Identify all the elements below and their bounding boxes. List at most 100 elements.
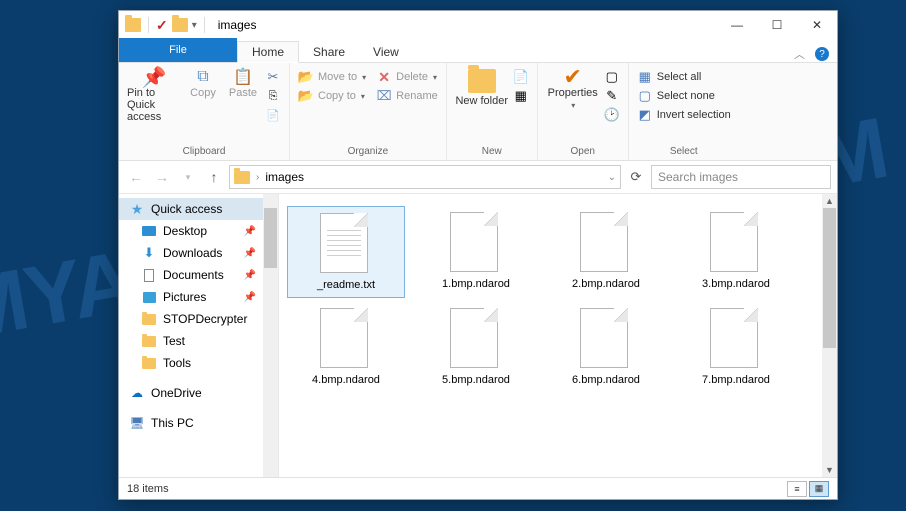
search-input[interactable]: Search images [651, 165, 831, 189]
copy-to-button[interactable]: 📂Copy to▾ [298, 88, 366, 104]
address-segment[interactable]: images [265, 170, 304, 184]
easy-access-icon[interactable]: ▦ [513, 88, 529, 104]
file-item[interactable]: 3.bmp.ndarod [677, 206, 795, 298]
label: Pin to Quick access [127, 87, 181, 123]
label: Select none [657, 90, 715, 102]
tab-file[interactable]: File [119, 38, 237, 62]
file-item[interactable]: 1.bmp.ndarod [417, 206, 535, 298]
properties-button[interactable]: ✔ Properties ▾ [546, 69, 600, 110]
file-icon [320, 213, 372, 275]
rename-icon: ⌧ [376, 88, 392, 104]
group-label: Open [571, 145, 595, 160]
cut-icon[interactable]: ✂ [265, 69, 281, 85]
file-item[interactable]: _readme.txt [287, 206, 405, 298]
file-item[interactable]: 4.bmp.ndarod [287, 302, 405, 392]
qat-dropdown-icon[interactable]: ▾ [192, 20, 197, 31]
sidebar-item-label: STOPDecrypter [163, 312, 247, 326]
clipboard-smallbuttons: ✂ ⎘ 📄 [265, 69, 281, 123]
minimize-button[interactable]: — [717, 11, 757, 39]
move-to-button[interactable]: 📂Move to▾ [298, 69, 366, 85]
group-label: Clipboard [183, 145, 226, 160]
pictures-icon [141, 289, 157, 305]
copy-button[interactable]: ⧉ Copy [185, 69, 221, 99]
open-icon[interactable]: ▢ [604, 69, 620, 85]
filepane-scrollbar[interactable]: ▲ ▼ [822, 194, 837, 477]
paste-button[interactable]: 📋 Paste [225, 69, 261, 99]
sidebar-item-tools[interactable]: Tools [119, 352, 278, 374]
help-icon[interactable]: ? [815, 47, 829, 61]
sidebar-scrollbar[interactable] [263, 194, 278, 477]
file-pane[interactable]: _readme.txt 1.bmp.ndarod 2.bmp.ndarod 3.bmp… [279, 194, 837, 477]
file-name: 1.bmp.ndarod [442, 278, 510, 290]
files-grid: _readme.txt 1.bmp.ndarod 2.bmp.ndarod 3.bmp… [287, 206, 829, 392]
delete-button[interactable]: ✕Delete▾ [376, 69, 438, 85]
sidebar-item-desktop[interactable]: Desktop📌 [119, 220, 278, 242]
up-button[interactable]: ↑ [203, 166, 225, 188]
sidebar-item-pictures[interactable]: Pictures📌 [119, 286, 278, 308]
file-icon [580, 308, 632, 370]
sidebar-item-this-pc[interactable]: 🖥This PC [119, 412, 278, 434]
group-organize: 📂Move to▾ 📂Copy to▾ ✕Delete▾ ⌧Rename Org… [290, 63, 447, 160]
qat-checkmark-icon[interactable]: ✓ [156, 17, 168, 34]
folder-icon [141, 355, 157, 371]
file-icon [710, 212, 762, 274]
rename-button[interactable]: ⌧Rename [376, 88, 438, 104]
label: Delete [396, 71, 428, 83]
sidebar-item-documents[interactable]: Documents📌 [119, 264, 278, 286]
icons-view-button[interactable]: ▦ [809, 481, 829, 497]
back-button[interactable]: ← [125, 166, 147, 188]
sidebar-item-test[interactable]: Test [119, 330, 278, 352]
file-item[interactable]: 6.bmp.ndarod [547, 302, 665, 392]
file-name: 4.bmp.ndarod [312, 374, 380, 386]
maximize-button[interactable]: ☐ [757, 11, 797, 39]
new-item-icon[interactable]: 📄 [513, 69, 529, 85]
refresh-button[interactable]: ⟳ [625, 166, 647, 188]
folder-icon [141, 311, 157, 327]
details-view-button[interactable]: ≡ [787, 481, 807, 497]
sidebar-item-downloads[interactable]: ⬇Downloads📌 [119, 242, 278, 264]
file-icon [710, 308, 762, 370]
pin-icon: 📌 [244, 270, 256, 281]
sidebar-item-quick-access[interactable]: ★ Quick access [119, 198, 278, 220]
tab-share[interactable]: Share [299, 42, 359, 62]
file-item[interactable]: 5.bmp.ndarod [417, 302, 535, 392]
collapse-ribbon-icon[interactable]: ︿ [794, 46, 805, 62]
divider [204, 17, 205, 33]
scroll-up-icon[interactable]: ▲ [822, 194, 837, 208]
select-none-button[interactable]: ▢Select none [637, 88, 731, 104]
scrollbar-thumb[interactable] [823, 208, 836, 348]
close-button[interactable]: ✕ [797, 11, 837, 39]
tab-view[interactable]: View [359, 42, 413, 62]
file-name: 2.bmp.ndarod [572, 278, 640, 290]
file-item[interactable]: 7.bmp.ndarod [677, 302, 795, 392]
scroll-down-icon[interactable]: ▼ [822, 463, 837, 477]
label: Properties [548, 87, 598, 99]
star-icon: ★ [129, 201, 145, 217]
sidebar-item-onedrive[interactable]: ☁OneDrive [119, 382, 278, 404]
folder-icon[interactable] [172, 18, 188, 32]
group-label: New [482, 145, 502, 160]
forward-button[interactable]: → [151, 166, 173, 188]
file-name: 3.bmp.ndarod [702, 278, 770, 290]
file-item[interactable]: 2.bmp.ndarod [547, 206, 665, 298]
tab-home[interactable]: Home [237, 41, 299, 63]
scrollbar-thumb[interactable] [264, 208, 277, 268]
group-open: ✔ Properties ▾ ▢ ✎ 🕑 Open [538, 63, 629, 160]
copy-icon: ⧉ [195, 69, 211, 85]
sidebar-item-label: Downloads [163, 246, 222, 260]
address-bar[interactable]: › images ⌄ [229, 165, 621, 189]
chevron-down-icon[interactable]: ⌄ [608, 172, 616, 183]
history-icon[interactable]: 🕑 [604, 107, 620, 123]
folder-icon [141, 333, 157, 349]
sidebar-item-stopdecrypter[interactable]: STOPDecrypter [119, 308, 278, 330]
select-all-button[interactable]: ▦Select all [637, 69, 731, 85]
pin-to-quick-access-button[interactable]: 📌 Pin to Quick access [127, 69, 181, 123]
edit-icon[interactable]: ✎ [604, 88, 620, 104]
copy-path-icon[interactable]: ⎘ [265, 88, 281, 104]
file-icon [450, 308, 502, 370]
paste-shortcut-icon[interactable]: 📄 [265, 107, 281, 123]
file-icon [320, 308, 372, 370]
recent-locations-button[interactable]: ▾ [177, 166, 199, 188]
invert-selection-button[interactable]: ◩Invert selection [637, 107, 731, 123]
new-folder-button[interactable]: New folder [455, 69, 509, 107]
